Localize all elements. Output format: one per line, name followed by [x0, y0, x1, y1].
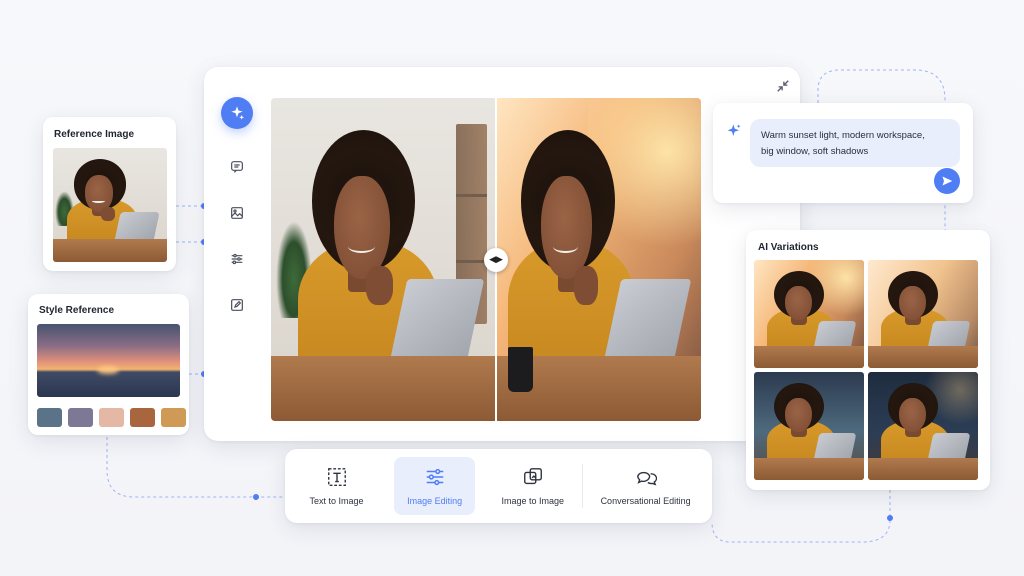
prompt-message[interactable]: Warm sunset light, modern workspace, big… — [750, 119, 960, 167]
chat-tool-button[interactable] — [221, 151, 253, 183]
mode-conversational-editing[interactable]: Conversational Editing — [587, 457, 704, 515]
reference-image-title: Reference Image — [54, 129, 135, 140]
reference-image-card[interactable]: Reference Image — [43, 117, 176, 271]
image-editor-panel: ◀▶ — [204, 67, 800, 441]
prompt-line-1: Warm sunset light, modern workspace, — [761, 130, 925, 141]
image-stack-icon — [523, 468, 542, 485]
edited-image — [496, 98, 701, 421]
color-palette — [37, 408, 186, 427]
variation-thumbnail[interactable] — [868, 260, 978, 368]
reference-image-thumbnail[interactable] — [53, 148, 167, 262]
mode-text-to-image[interactable]: Text to Image — [293, 457, 380, 515]
tool-rail — [218, 97, 256, 335]
ai-variations-card: AI Variations — [746, 230, 990, 490]
palette-swatch[interactable] — [68, 408, 93, 427]
sparkle-icon — [231, 106, 244, 120]
prompt-card: Warm sunset light, modern workspace, big… — [713, 103, 973, 203]
sparkle-icon — [727, 124, 741, 136]
send-icon — [942, 176, 953, 186]
image-icon — [231, 207, 243, 219]
style-reference-card[interactable]: Style Reference — [28, 294, 189, 435]
style-reference-image[interactable] — [37, 324, 180, 397]
collapse-icon[interactable] — [776, 79, 790, 93]
mode-label: Image to Image — [501, 496, 564, 506]
mode-label: Text to Image — [309, 496, 364, 506]
chat-bubbles-icon — [636, 471, 657, 486]
prompt-line-2: big window, soft shadows — [761, 146, 869, 157]
mode-label: Conversational Editing — [600, 496, 691, 506]
variation-thumbnail[interactable] — [868, 372, 978, 480]
palette-swatch[interactable] — [161, 408, 186, 427]
compare-slider-handle[interactable]: ◀▶ — [484, 248, 508, 272]
chat-icon — [231, 161, 243, 173]
edit-icon — [231, 299, 243, 311]
text-frame-icon — [327, 468, 346, 486]
mode-image-to-image[interactable]: Image to Image — [483, 457, 582, 515]
send-button[interactable] — [934, 168, 960, 194]
ai-variations-title: AI Variations — [758, 242, 819, 253]
mode-image-editing[interactable]: Image Editing — [394, 457, 476, 515]
adjust-tool-button[interactable] — [221, 243, 253, 275]
palette-swatch[interactable] — [37, 408, 62, 427]
palette-swatch[interactable] — [130, 408, 155, 427]
mode-separator — [582, 464, 584, 508]
image-tool-button[interactable] — [221, 197, 253, 229]
before-after-compare[interactable]: ◀▶ — [271, 98, 701, 421]
sliders-icon — [231, 253, 243, 265]
mode-label: Image Editing — [407, 496, 463, 506]
mode-toolbar: Text to Image Image Editing Image to Ima… — [285, 449, 712, 523]
variation-thumbnail[interactable] — [754, 260, 864, 368]
edit-tool-button[interactable] — [221, 289, 253, 321]
palette-swatch[interactable] — [99, 408, 124, 427]
sliders-icon — [426, 468, 443, 486]
variations-grid — [754, 260, 982, 482]
style-reference-title: Style Reference — [39, 305, 115, 316]
ai-sparkle-button[interactable] — [221, 97, 253, 129]
original-image — [271, 98, 496, 421]
variation-thumbnail[interactable] — [754, 372, 864, 480]
